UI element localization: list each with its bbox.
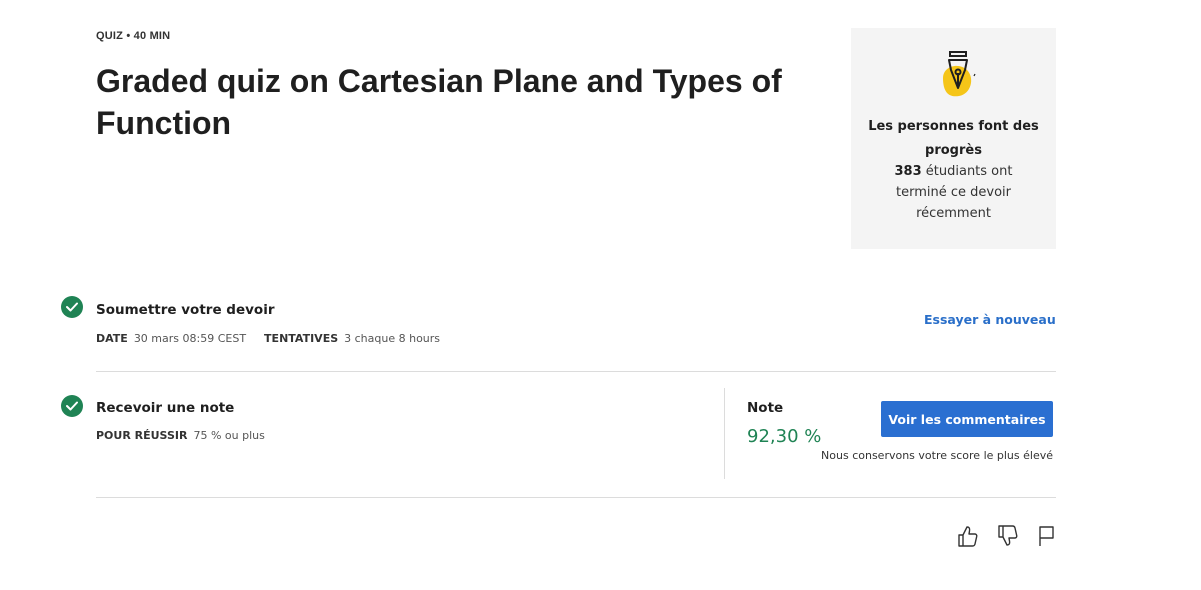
assignment-page: QUIZ • 40 MIN Graded quiz on Cartesian P… bbox=[0, 0, 1201, 590]
page-title: Graded quiz on Cartesian Plane and Types… bbox=[96, 63, 782, 141]
pass-label: POUR RÉUSSIR bbox=[96, 429, 188, 442]
submit-check-icon bbox=[61, 296, 83, 318]
submit-meta: DATE 30 mars 08:59 CEST TENTATIVES 3 chaque… bbox=[96, 332, 458, 345]
progress-card: Les personnes font des progrès 383 étudi… bbox=[851, 28, 1056, 249]
card-heading: Les personnes font des progrès bbox=[868, 119, 1039, 158]
bottom-divider bbox=[96, 497, 1056, 498]
submit-title: Soumettre votre devoir bbox=[96, 302, 275, 318]
date-label: DATE bbox=[96, 332, 128, 345]
item-type: QUIZ bbox=[96, 30, 124, 42]
attempts-label: TENTATIVES bbox=[264, 332, 339, 345]
grade-check-icon bbox=[61, 395, 83, 417]
flag-icon[interactable] bbox=[1034, 524, 1058, 550]
card-body: 383 étudiants ont terminé ce devoir réce… bbox=[871, 161, 1036, 224]
meta-separator: • bbox=[126, 30, 131, 42]
grade-meta: POUR RÉUSSIR 75 % ou plus bbox=[96, 429, 283, 442]
highest-score-note: Nous conservons votre score le plus élev… bbox=[821, 449, 1053, 462]
item-meta: QUIZ • 40 MIN bbox=[96, 30, 170, 42]
note-value: 92,30 % bbox=[747, 426, 822, 447]
view-feedback-button[interactable]: Voir les commentaires bbox=[881, 401, 1053, 437]
date-value: 30 mars 08:59 CEST bbox=[133, 332, 247, 345]
learner-count: 383 bbox=[894, 164, 922, 179]
row-divider bbox=[96, 371, 1056, 372]
grade-title: Recevoir une note bbox=[96, 400, 235, 416]
thumbs-down-icon[interactable] bbox=[995, 524, 1019, 550]
pass-value: 75 % ou plus bbox=[193, 429, 265, 442]
note-label: Note bbox=[747, 400, 784, 416]
item-duration: 40 MIN bbox=[133, 30, 171, 42]
attempts-value: 3 chaque 8 hours bbox=[344, 332, 441, 345]
thumbs-up-icon[interactable] bbox=[955, 524, 979, 550]
fountain-pen-icon bbox=[943, 51, 976, 97]
retry-button[interactable]: Essayer à nouveau bbox=[924, 312, 1056, 327]
grade-vertical-divider bbox=[724, 388, 725, 479]
